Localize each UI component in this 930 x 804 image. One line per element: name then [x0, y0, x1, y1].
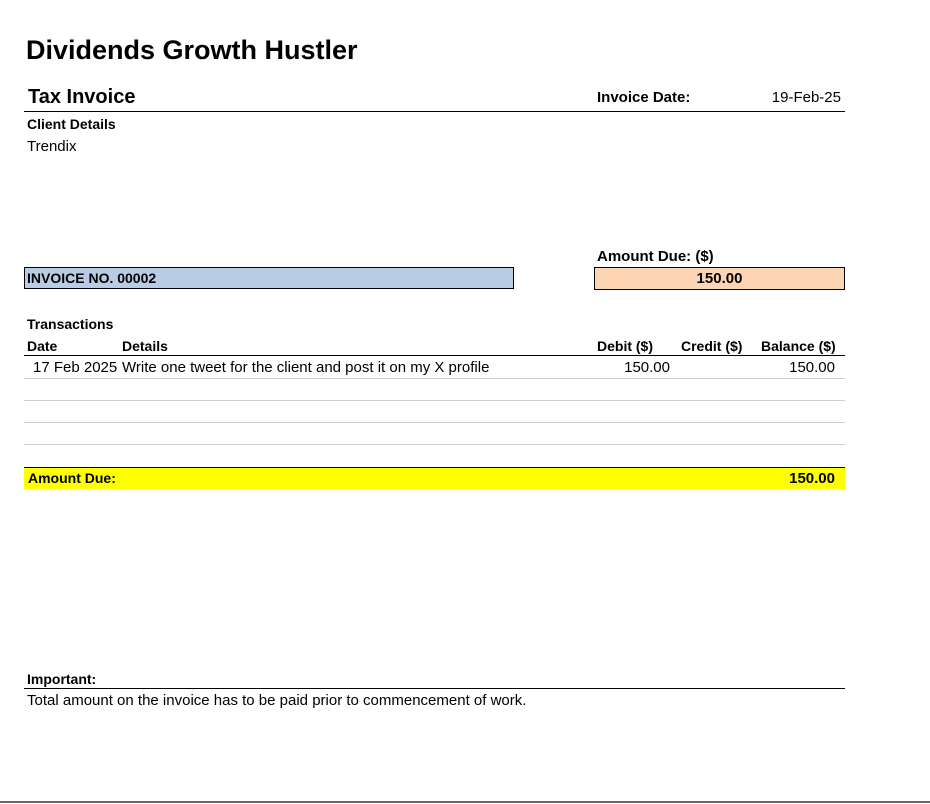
column-header-details: Details: [122, 338, 168, 354]
row-balance: 150.00: [789, 359, 835, 376]
page-bottom-border: [0, 801, 930, 803]
important-label: Important:: [27, 671, 97, 687]
important-note: Total amount on the invoice has to be pa…: [27, 692, 527, 709]
client-name: Trendix: [27, 138, 77, 155]
amount-due-box: 150.00: [594, 267, 845, 290]
row-divider: [24, 400, 845, 401]
invoice-date-value: 19-Feb-25: [771, 89, 841, 106]
row-divider: [24, 444, 845, 445]
amount-due-bar: [24, 467, 845, 489]
total-amount-due-label: Amount Due:: [28, 470, 116, 486]
table-header-rule: [24, 355, 845, 356]
row-date: 17 Feb 2025: [33, 359, 118, 376]
document-title: Tax Invoice: [28, 86, 136, 108]
transactions-label: Transactions: [27, 316, 114, 332]
invoice-number-box: INVOICE NO. 00002: [24, 267, 514, 289]
notes-rule: [24, 688, 845, 689]
header-rule: [24, 111, 845, 112]
row-details: Write one tweet for the client and post …: [122, 359, 490, 376]
client-details-label: Client Details: [27, 116, 116, 132]
column-header-credit: Credit ($): [681, 338, 743, 354]
row-divider: [24, 378, 845, 379]
row-divider: [24, 422, 845, 423]
total-amount-due-value: 150.00: [789, 470, 835, 487]
amount-due-label: Amount Due: ($): [597, 248, 714, 265]
invoice-date-label: Invoice Date:: [597, 89, 691, 106]
column-header-date: Date: [27, 338, 58, 354]
column-header-balance: Balance ($): [761, 338, 836, 354]
row-debit: 150.00: [624, 359, 670, 376]
company-name: Dividends Growth Hustler: [26, 35, 358, 65]
column-header-debit: Debit ($): [597, 338, 653, 354]
